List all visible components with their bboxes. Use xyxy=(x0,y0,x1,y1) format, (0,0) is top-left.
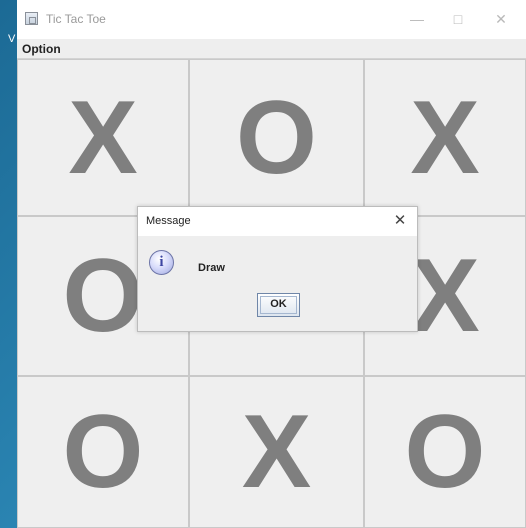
minimize-button[interactable]: — xyxy=(399,7,435,31)
board-cell[interactable]: O xyxy=(189,59,364,216)
board-cell[interactable]: O xyxy=(364,376,526,528)
board-cell[interactable]: X xyxy=(17,59,189,216)
board-mark: X xyxy=(68,79,138,196)
dialog-message: Draw xyxy=(198,262,225,274)
app-icon xyxy=(25,12,38,25)
dialog-title: Message xyxy=(146,215,191,227)
maximize-button[interactable]: □ xyxy=(440,7,476,31)
window-title: Tic Tac Toe xyxy=(46,12,106,26)
board-mark: X xyxy=(410,79,480,196)
message-dialog: Message ✕ i Draw OK xyxy=(137,206,418,332)
board-mark: O xyxy=(236,79,317,196)
menu-option[interactable]: Option xyxy=(22,41,61,57)
dialog-titlebar[interactable]: Message ✕ xyxy=(138,207,417,236)
window-titlebar[interactable]: Tic Tac Toe — □ ✕ xyxy=(17,0,526,39)
board-mark: X xyxy=(241,394,312,510)
board-mark: O xyxy=(404,394,486,510)
board-cell[interactable]: X xyxy=(189,376,364,528)
dialog-close-button[interactable]: ✕ xyxy=(390,212,410,230)
board-mark: O xyxy=(62,394,144,510)
board-cell[interactable]: O xyxy=(17,376,189,528)
board-cell[interactable]: X xyxy=(364,59,526,216)
menu-bar: Option xyxy=(17,39,526,59)
info-icon: i xyxy=(149,250,174,275)
close-button[interactable]: ✕ xyxy=(483,7,519,31)
ok-button[interactable]: OK xyxy=(257,293,300,317)
